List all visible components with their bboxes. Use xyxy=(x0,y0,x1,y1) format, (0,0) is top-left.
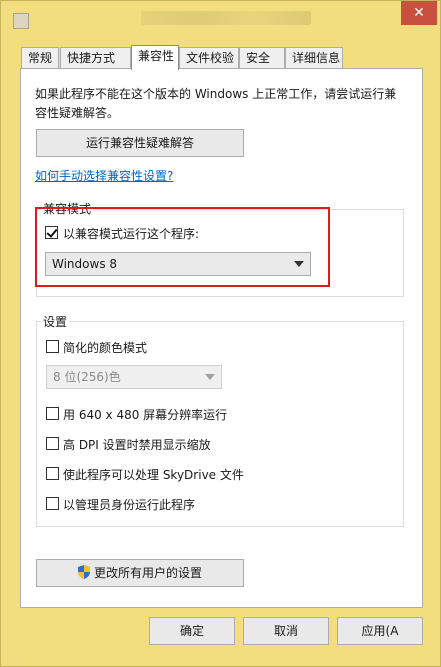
close-button[interactable]: ✕ xyxy=(401,1,437,25)
chevron-down-icon xyxy=(294,261,304,267)
tab-file-hash[interactable]: 文件校验 xyxy=(179,47,239,69)
uac-shield-icon xyxy=(77,565,90,579)
change-all-users-label: 更改所有用户的设置 xyxy=(93,566,202,580)
reduced-color-checkbox[interactable] xyxy=(46,340,59,353)
reduced-color-label: 简化的颜色模式 xyxy=(63,341,148,355)
tab-general[interactable]: 常规 xyxy=(21,47,59,69)
manual-settings-link[interactable]: 如何手动选择兼容性设置? xyxy=(35,167,173,184)
skydrive-files-checkbox[interactable] xyxy=(46,467,59,480)
os-version-select[interactable]: Windows 8 xyxy=(45,252,311,276)
title-bar[interactable]: ✕ xyxy=(1,1,441,37)
run-as-admin-checkbox[interactable] xyxy=(46,497,59,510)
skydrive-files-label: 使此程序可以处理 SkyDrive 文件 xyxy=(63,468,244,482)
ok-button[interactable]: 确定 xyxy=(149,617,235,645)
cancel-button[interactable]: 取消 xyxy=(243,617,329,645)
compat-mode-checkbox-label: 以兼容模式运行这个程序: xyxy=(63,227,200,241)
compat-mode-checkbox[interactable] xyxy=(45,226,58,239)
intro-text: 如果此程序不能在这个版本的 Windows 上正常工作，请尝试运行兼容性疑难解答… xyxy=(35,87,397,120)
close-icon: ✕ xyxy=(413,5,425,21)
tab-shortcut[interactable]: 快捷方式 xyxy=(60,47,131,69)
compatibility-panel: 如果此程序不能在这个版本的 Windows 上正常工作，请尝试运行兼容性疑难解答… xyxy=(20,68,423,608)
run-as-admin-label: 以管理员身份运行此程序 xyxy=(63,498,196,512)
run-troubleshooter-button[interactable]: 运行兼容性疑难解答 xyxy=(36,129,244,157)
tab-details[interactable]: 详细信息 xyxy=(285,47,343,69)
change-all-users-button[interactable]: 更改所有用户的设置 xyxy=(36,559,244,587)
resolution-640-checkbox[interactable] xyxy=(46,407,59,420)
blurred-title xyxy=(141,11,311,25)
apply-button[interactable]: 应用(A xyxy=(337,617,423,645)
disable-dpi-scaling-checkbox[interactable] xyxy=(46,437,59,450)
chevron-down-icon xyxy=(205,374,215,380)
disable-dpi-scaling-label: 高 DPI 设置时禁用显示缩放 xyxy=(63,438,211,452)
resolution-640-label: 用 640 x 480 屏幕分辨率运行 xyxy=(63,408,228,422)
color-mode-select: 8 位(256)色 xyxy=(46,365,222,389)
tab-compatibility[interactable]: 兼容性 xyxy=(131,45,179,70)
settings-label: 设置 xyxy=(41,313,70,330)
color-mode-value: 8 位(256)色 xyxy=(53,370,121,384)
tab-security[interactable]: 安全 xyxy=(239,47,285,69)
properties-window: ✕ 常规 快捷方式 兼容性 文件校验 安全 详细信息 如果此程序不能在这个版本的… xyxy=(0,0,441,667)
app-icon xyxy=(13,13,29,29)
os-version-value: Windows 8 xyxy=(52,257,118,271)
